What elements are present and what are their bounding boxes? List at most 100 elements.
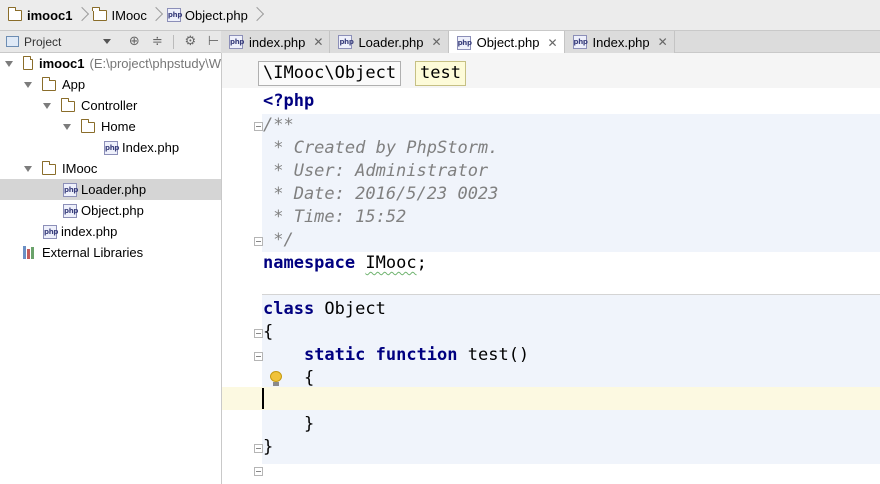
caret-row-highlight xyxy=(222,387,880,410)
tree-item-external-libraries[interactable]: External Libraries xyxy=(0,242,221,263)
php-file-icon: php xyxy=(166,8,182,22)
tree-item-label: index.php xyxy=(61,224,118,239)
tab-index-php-controller[interactable]: php Index.php ✕ xyxy=(564,31,675,53)
breadcrumb-label: imooc1 xyxy=(27,7,73,23)
tab-index-php[interactable]: php index.php ✕ xyxy=(221,31,331,53)
brace: } xyxy=(263,414,315,434)
tab-loader-php[interactable]: php Loader.php ✕ xyxy=(330,31,449,53)
code-line-13: { xyxy=(263,367,314,390)
fold-icon[interactable] xyxy=(254,352,263,361)
folder-icon xyxy=(41,161,56,175)
breadcrumb-file[interactable]: php Object.php xyxy=(166,0,248,31)
library-icon xyxy=(23,246,37,259)
namespace-name: IMooc xyxy=(365,253,417,273)
tree-item-root[interactable]: imooc1 (E:\project\phpstudy\W xyxy=(0,53,221,74)
tab-label: index.php xyxy=(249,34,306,50)
tree-item-label: IMooc xyxy=(62,161,98,176)
tree-item-index-php[interactable]: php index.php xyxy=(0,221,221,242)
folder-icon xyxy=(22,56,33,70)
close-icon[interactable]: ✕ xyxy=(547,36,557,50)
tree-item-controller[interactable]: Controller xyxy=(0,95,221,116)
fold-icon[interactable] xyxy=(254,329,263,338)
gear-icon[interactable]: ⚙ xyxy=(183,34,197,49)
tree-item-object-php[interactable]: php Object.php xyxy=(0,200,221,221)
collapse-all-icon[interactable]: ≑ xyxy=(150,34,164,49)
code-editor[interactable]: \IMooc\Object test <?php /** * Created b… xyxy=(222,53,880,484)
breadcrumb-project[interactable]: imooc1 xyxy=(7,0,73,31)
close-icon[interactable]: ✕ xyxy=(658,35,668,49)
code-line-1: <?php xyxy=(263,90,314,113)
namespace-chip[interactable]: \IMooc\Object xyxy=(258,61,402,86)
code-line-16: } xyxy=(263,436,273,459)
editor-breadcrumb: \IMooc\Object test xyxy=(222,53,880,88)
tree-item-label: Loader.php xyxy=(81,182,147,197)
doc-comment-line: /** xyxy=(263,115,294,135)
editor-tabs: php index.php ✕ php Loader.php ✕ php Obj… xyxy=(221,31,880,54)
folder-icon xyxy=(80,119,95,133)
toolbar-divider xyxy=(173,34,175,49)
tree-item-path: (E:\project\phpstudy\W xyxy=(89,56,222,71)
tab-label: Object.php xyxy=(476,35,540,50)
fold-icon[interactable] xyxy=(254,237,263,246)
code-line-10: class Object xyxy=(263,298,386,321)
chevron-right-icon xyxy=(251,0,265,31)
tree-item-label: imooc1 xyxy=(38,56,85,71)
brace: } xyxy=(263,437,274,457)
close-icon[interactable]: ✕ xyxy=(432,35,442,49)
chevron-right-icon xyxy=(150,0,164,31)
tree-item-index-php-home[interactable]: php Index.php xyxy=(0,137,221,158)
code-line-8: namespace IMooc; xyxy=(263,252,427,275)
doc-comment-line: * Date: 2016/5/23 0023 xyxy=(263,184,499,204)
php-file-icon: php xyxy=(338,35,354,49)
tree-item-imooc[interactable]: IMooc xyxy=(0,158,221,179)
code-line-7: */ xyxy=(263,229,294,252)
php-file-icon: php xyxy=(63,203,78,218)
function-chip[interactable]: test xyxy=(415,61,466,86)
fold-icon[interactable] xyxy=(254,467,263,476)
tree-item-app[interactable]: App xyxy=(0,74,221,95)
tab-label: Loader.php xyxy=(358,34,424,50)
tree-item-label: App xyxy=(62,77,86,92)
chevron-down-icon[interactable] xyxy=(103,39,112,44)
php-file-icon: php xyxy=(63,182,78,197)
breadcrumb-label: IMooc xyxy=(111,7,147,23)
php-file-icon: php xyxy=(229,35,244,49)
brace: { xyxy=(263,368,315,388)
breadcrumb-folder[interactable]: IMooc xyxy=(92,0,147,31)
tab-object-php[interactable]: php Object.php ✕ xyxy=(448,31,565,54)
brace: { xyxy=(263,322,274,342)
expand-arrow-icon[interactable] xyxy=(5,60,13,67)
navigation-bar: imooc1 IMooc php Object.php xyxy=(0,0,880,31)
tree-item-label: External Libraries xyxy=(42,245,144,260)
editor-gutter xyxy=(222,88,262,484)
hide-panel-icon[interactable]: ⊢ xyxy=(206,34,220,49)
project-view-selector[interactable]: Project xyxy=(24,35,61,49)
tree-item-label: Index.php xyxy=(122,140,180,155)
expand-arrow-icon[interactable] xyxy=(24,165,32,172)
doc-comment-line: * Time: 15:52 xyxy=(263,207,407,227)
statement-terminator: ; xyxy=(416,253,427,273)
fold-icon[interactable] xyxy=(254,122,263,131)
expand-arrow-icon[interactable] xyxy=(63,123,71,130)
static-keyword: static xyxy=(303,345,366,365)
code-line-6: * Time: 15:52 xyxy=(263,206,406,229)
php-file-icon: php xyxy=(456,35,472,50)
php-file-icon: php xyxy=(104,140,119,155)
expand-arrow-icon[interactable] xyxy=(43,102,51,109)
locate-icon[interactable]: ⊕ xyxy=(127,34,141,49)
text-caret xyxy=(262,388,264,409)
doc-comment-line: * User: Administrator xyxy=(263,161,489,181)
tree-item-loader-php[interactable]: php Loader.php xyxy=(0,179,221,200)
doc-comment-line: */ xyxy=(263,230,294,250)
php-open-tag: <?php xyxy=(263,91,315,111)
fold-icon[interactable] xyxy=(254,444,263,453)
function-keyword: function xyxy=(375,345,458,365)
tree-item-label: Home xyxy=(101,119,136,134)
project-tree: imooc1 (E:\project\phpstudy\W App Contro… xyxy=(0,53,221,484)
close-icon[interactable]: ✕ xyxy=(313,35,323,49)
chevron-right-icon xyxy=(76,0,90,31)
tree-item-home[interactable]: Home xyxy=(0,116,221,137)
breadcrumb-label: Object.php xyxy=(184,7,248,23)
expand-arrow-icon[interactable] xyxy=(24,81,32,88)
project-toolbar: Project ⊕ ≑ ⚙ ⊢ xyxy=(0,31,221,53)
